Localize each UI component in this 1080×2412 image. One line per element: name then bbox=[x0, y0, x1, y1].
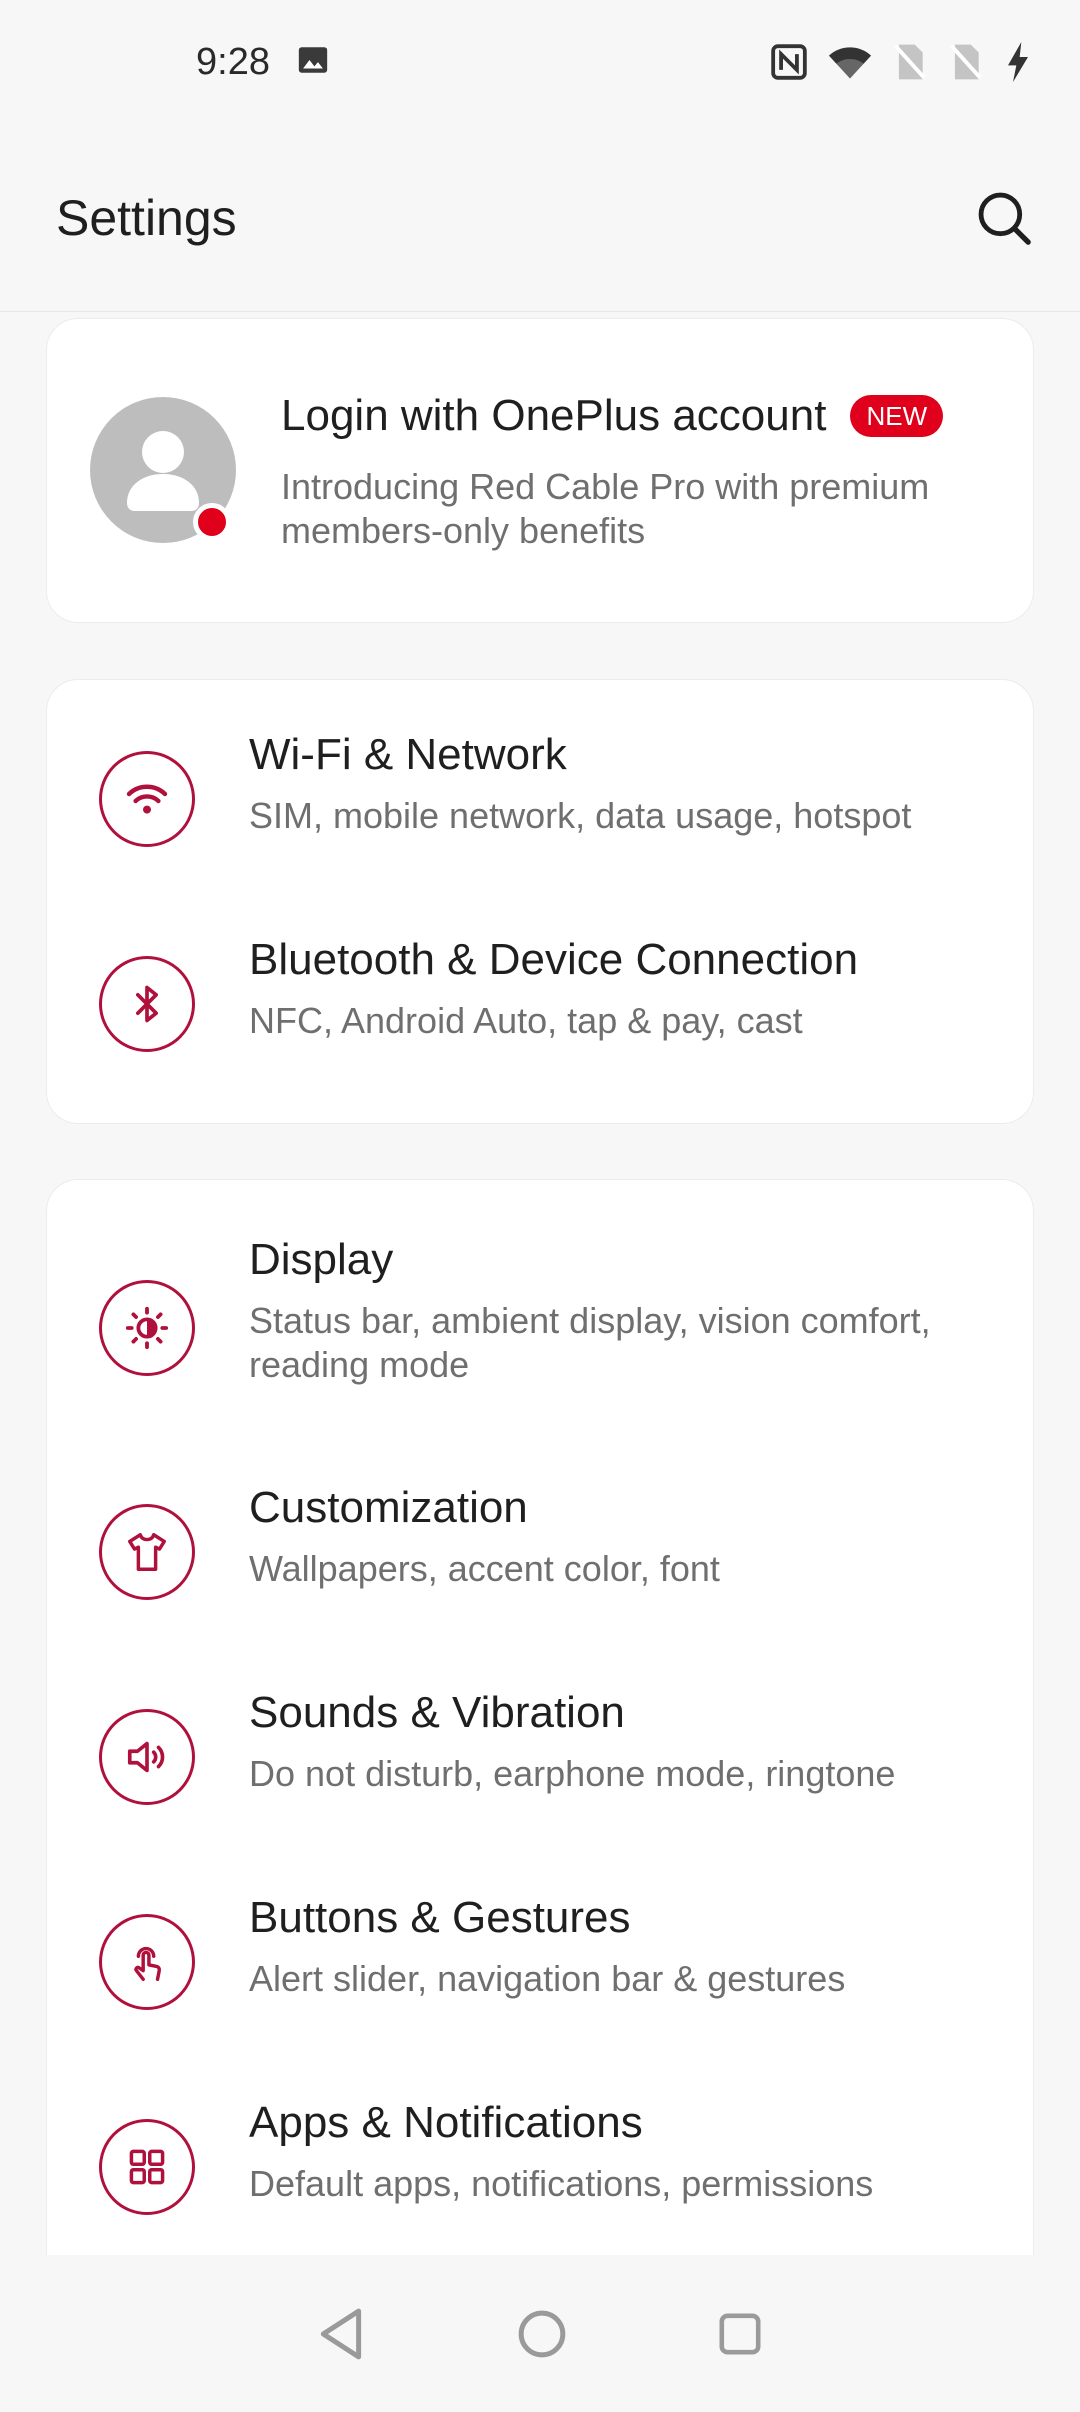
item-title: Sounds & Vibration bbox=[249, 1688, 625, 1737]
page-title: Settings bbox=[56, 189, 237, 246]
status-right bbox=[770, 42, 1032, 82]
item-title: Bluetooth & Device Connection bbox=[249, 935, 859, 984]
notification-dot bbox=[193, 503, 231, 541]
nfc-icon bbox=[770, 43, 808, 81]
brightness-icon bbox=[99, 1280, 195, 1376]
item-subtitle: NFC, Android Auto, tap & pay, cast bbox=[249, 1000, 803, 1041]
settings-item-apps-notifications[interactable]: Apps & Notifications Default apps, notif… bbox=[47, 2098, 1035, 2248]
device-settings-group: Display Status bar, ambient display, vis… bbox=[46, 1179, 1034, 2255]
home-button[interactable] bbox=[517, 2309, 567, 2359]
settings-item-buttons-gestures[interactable]: Buttons & Gestures Alert slider, navigat… bbox=[47, 1893, 1035, 2043]
account-title-row: Login with OnePlus account NEW bbox=[281, 391, 944, 441]
image-icon bbox=[296, 43, 330, 82]
item-subtitle: SIM, mobile network, data usage, hotspot bbox=[249, 795, 912, 836]
no-sim-icon bbox=[892, 43, 928, 81]
status-left: 9:28 bbox=[196, 41, 330, 84]
apps-grid-icon bbox=[99, 2119, 195, 2215]
account-title: Login with OnePlus account bbox=[281, 391, 827, 440]
charging-icon bbox=[1004, 42, 1032, 82]
no-sim-icon bbox=[948, 43, 984, 81]
account-login-card[interactable]: Login with OnePlus account NEW Introduci… bbox=[46, 318, 1034, 623]
settings-item-sounds-vibration[interactable]: Sounds & Vibration Do not disturb, earph… bbox=[47, 1688, 1035, 1838]
bluetooth-icon bbox=[99, 956, 195, 1052]
item-title: Wi-Fi & Network bbox=[249, 730, 567, 779]
item-subtitle: Do not disturb, earphone mode, ringtone bbox=[249, 1753, 896, 1794]
settings-list[interactable]: Login with OnePlus account NEW Introduci… bbox=[0, 313, 1080, 2255]
wifi-icon bbox=[828, 43, 872, 81]
home-icon bbox=[518, 2310, 566, 2357]
recents-button[interactable] bbox=[717, 2311, 763, 2357]
status-time: 9:28 bbox=[196, 40, 270, 83]
wifi-icon bbox=[99, 751, 195, 847]
settings-item-bluetooth-device-connection[interactable]: Bluetooth & Device Connection NFC, Andro… bbox=[47, 935, 1035, 1085]
tshirt-icon bbox=[99, 1504, 195, 1600]
network-settings-group: Wi-Fi & Network SIM, mobile network, dat… bbox=[46, 679, 1034, 1124]
recents-icon bbox=[719, 2312, 761, 2355]
settings-item-display[interactable]: Display Status bar, ambient display, vis… bbox=[47, 1235, 1035, 1425]
search-icon bbox=[978, 192, 1031, 245]
speaker-icon bbox=[99, 1709, 195, 1805]
item-title: Customization bbox=[249, 1483, 528, 1532]
settings-item-customization[interactable]: Customization Wallpapers, accent color, … bbox=[47, 1483, 1035, 1633]
search-button[interactable] bbox=[972, 186, 1036, 250]
item-subtitle: Default apps, notifications, permissions bbox=[249, 2163, 874, 2204]
account-subtitle: Introducing Red Cable Pro with premium m… bbox=[281, 466, 930, 551]
item-subtitle: Alert slider, navigation bar & gestures bbox=[249, 1958, 846, 1999]
back-icon bbox=[320, 2308, 362, 2359]
item-subtitle: Wallpapers, accent color, font bbox=[249, 1548, 720, 1589]
back-button[interactable] bbox=[317, 2307, 367, 2361]
item-title: Display bbox=[249, 1235, 394, 1284]
app-bar: Settings bbox=[0, 124, 1080, 312]
item-subtitle: Status bar, ambient display, vision comf… bbox=[249, 1300, 931, 1385]
navigation-bar bbox=[0, 2255, 1080, 2412]
new-badge: NEW bbox=[850, 395, 944, 437]
item-title: Buttons & Gestures bbox=[249, 1893, 631, 1942]
item-title: Apps & Notifications bbox=[249, 2098, 643, 2147]
settings-item-wifi-network[interactable]: Wi-Fi & Network SIM, mobile network, dat… bbox=[47, 730, 1035, 880]
status-bar: 9:28 bbox=[0, 0, 1080, 124]
gesture-icon bbox=[99, 1914, 195, 2010]
